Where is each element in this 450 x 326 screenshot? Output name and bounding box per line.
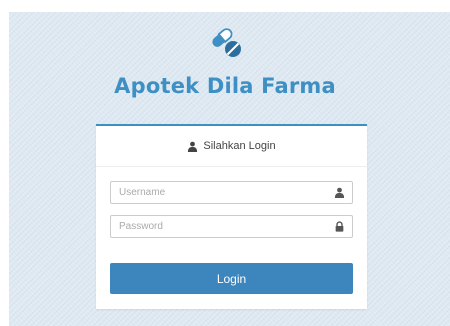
username-input[interactable] xyxy=(111,182,329,203)
login-panel: Silahkan Login Login xyxy=(96,124,367,309)
app-title: Apotek Dila Farma xyxy=(114,74,336,98)
panel-heading: Silahkan Login xyxy=(96,126,367,167)
pills-icon xyxy=(212,27,241,57)
user-icon xyxy=(334,187,345,198)
panel-heading-label: Silahkan Login xyxy=(203,140,276,152)
lock-icon xyxy=(335,221,344,232)
password-input[interactable] xyxy=(111,216,329,237)
login-button[interactable]: Login xyxy=(110,263,353,294)
user-icon xyxy=(188,141,198,152)
password-field[interactable] xyxy=(110,215,353,238)
username-field[interactable] xyxy=(110,181,353,204)
